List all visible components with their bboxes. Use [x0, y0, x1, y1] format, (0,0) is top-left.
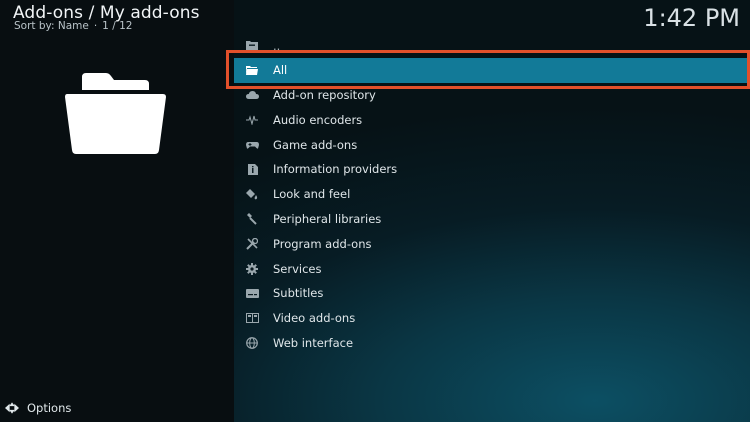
item-position: 1 / 12: [102, 20, 133, 32]
list-item-look-and-feel[interactable]: Look and feel: [234, 182, 750, 207]
options-arrows-icon: [5, 401, 19, 415]
list-item-label: Look and feel: [273, 187, 351, 202]
list-item-label: Web interface: [273, 335, 354, 350]
list-item-label: All: [273, 63, 288, 78]
list-item-label: ..: [273, 39, 281, 53]
list-item-label: Audio encoders: [273, 112, 363, 127]
waveform-icon: [245, 113, 259, 127]
usb-icon: [245, 212, 259, 226]
list-item-label: Program add-ons: [273, 236, 372, 251]
left-panel: [0, 0, 234, 422]
addon-category-list: .. All Add-on repository Audio encoders …: [234, 33, 750, 355]
sort-separator: ·: [93, 20, 98, 32]
list-item-video-addons[interactable]: Video add-ons: [234, 306, 750, 331]
gear-icon: [245, 262, 259, 276]
list-item-program-addons[interactable]: Program add-ons: [234, 231, 750, 256]
list-item-services[interactable]: Services: [234, 256, 750, 281]
subtitles-icon: [245, 286, 259, 300]
folder-up-icon: [245, 38, 259, 52]
list-item-all[interactable]: All: [234, 57, 750, 83]
cloud-icon: [245, 88, 259, 102]
clock: 1:42 PM: [643, 4, 740, 32]
list-item-parent[interactable]: ..: [234, 33, 750, 58]
list-item-label: Game add-ons: [273, 137, 358, 152]
gamepad-icon: [245, 138, 259, 152]
globe-icon: [245, 336, 259, 350]
list-item-label: Add-on repository: [273, 87, 376, 102]
list-item-game-addons[interactable]: Game add-ons: [234, 132, 750, 157]
film-icon: [245, 311, 259, 325]
list-item-label: Video add-ons: [273, 311, 356, 326]
list-item-label: Subtitles: [273, 286, 324, 301]
list-item-audio-encoders[interactable]: Audio encoders: [234, 107, 750, 132]
paint-bucket-icon: [245, 187, 259, 201]
list-item-peripheral-libraries[interactable]: Peripheral libraries: [234, 207, 750, 232]
list-item-label: Peripheral libraries: [273, 211, 382, 226]
sort-label: Sort by: Name: [14, 20, 89, 32]
list-item-web-interface[interactable]: Web interface: [234, 331, 750, 356]
folder-icon: [245, 63, 259, 77]
list-item-information-providers[interactable]: Information providers: [234, 157, 750, 182]
list-item-addon-repository[interactable]: Add-on repository: [234, 83, 750, 108]
options-button[interactable]: Options: [5, 401, 71, 415]
list-item-label: Services: [273, 261, 322, 276]
sort-info[interactable]: Sort by: Name · 1 / 12: [14, 20, 132, 32]
tools-icon: [245, 237, 259, 251]
folder-icon-large: [64, 72, 167, 155]
info-icon: [245, 162, 259, 176]
options-label: Options: [27, 401, 72, 415]
list-item-subtitles[interactable]: Subtitles: [234, 281, 750, 306]
list-item-label: Information providers: [273, 162, 398, 177]
